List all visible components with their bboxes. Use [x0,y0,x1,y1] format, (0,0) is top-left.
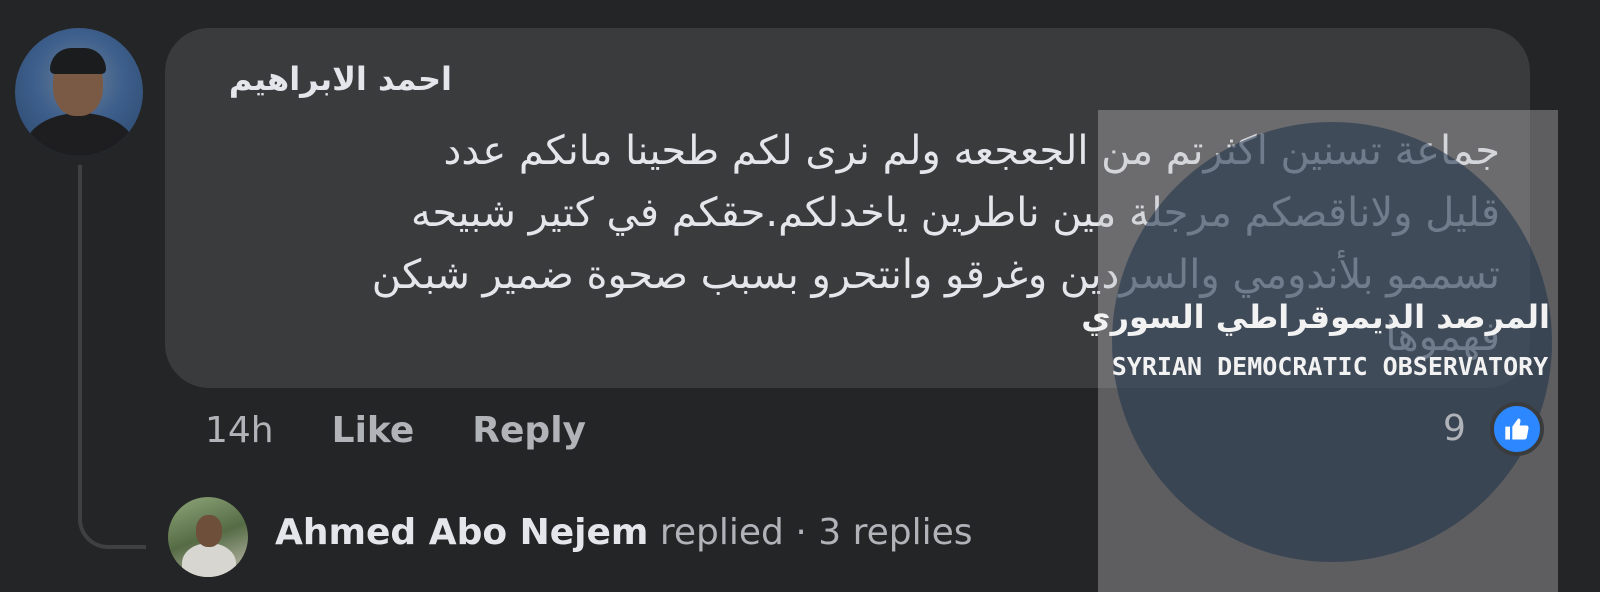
reply-avatar[interactable] [168,497,248,577]
reply-avatar-head-shape [196,515,222,547]
comment-author[interactable]: احمد الابراهيم [229,60,452,98]
reply-avatar-body-shape [182,543,236,577]
watermark-arabic-text: المرصد الديموقراطي السوري [1081,298,1550,336]
watermark-seal [1112,122,1552,562]
avatar-cap-shape [50,48,106,74]
reaction-count[interactable]: 9 [1443,408,1466,449]
avatar-body-shape [25,113,135,156]
comment-timestamp[interactable]: 14h [205,410,274,451]
comment-actions: 14h Like Reply [205,410,586,451]
view-replies-link[interactable]: Ahmed Abo Nejem replied · 3 replies [275,512,973,553]
reply-button[interactable]: Reply [472,410,586,451]
replier-name: Ahmed Abo Nejem [275,512,649,553]
avatar[interactable] [15,28,143,156]
like-button[interactable]: Like [332,410,415,451]
thread-connector-line [78,165,146,549]
watermark-english-text: SYRIAN DEMOCRATIC OBSERVATORY [1111,352,1549,381]
replies-summary: replied · 3 replies [648,512,973,553]
thumbs-up-icon[interactable] [1490,402,1544,456]
